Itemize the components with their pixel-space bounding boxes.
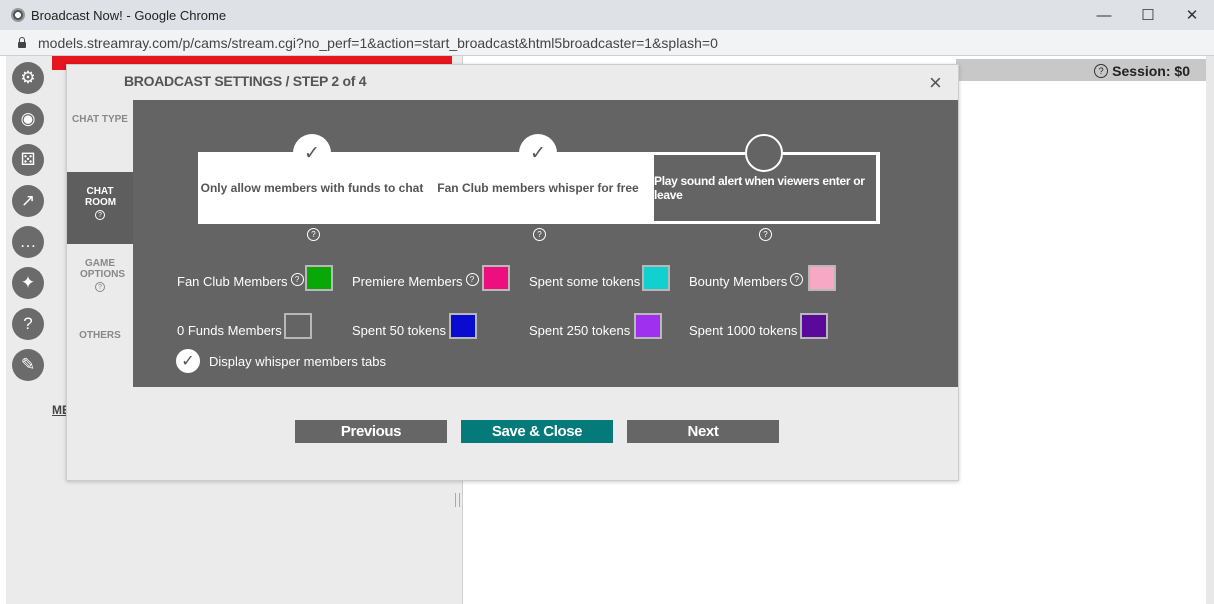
tab-game-options[interactable]: GAME OPTIONS ? <box>67 258 133 292</box>
color-swatch-premiere[interactable] <box>482 265 510 291</box>
address-bar[interactable]: models.streamray.com/p/cams/stream.cgi?n… <box>0 30 1214 56</box>
window-title: Broadcast Now! - Google Chrome <box>31 7 227 23</box>
twitter-icon[interactable]: ✦ <box>12 267 44 299</box>
color-swatch-spent-some[interactable] <box>642 265 670 291</box>
color-label: Spent some tokens <box>529 274 641 289</box>
tab-chat-type[interactable]: CHAT TYPE <box>67 114 133 125</box>
color-label-spent-50: Spent 50 tokens <box>352 323 446 338</box>
color-label: Bounty Members <box>689 274 788 289</box>
tab-others[interactable]: OTHERS <box>67 330 133 341</box>
play-circle-icon[interactable]: ◉ <box>12 103 44 135</box>
right-panel-edge <box>1206 56 1214 604</box>
chrome-icon <box>11 8 25 22</box>
save-close-button[interactable]: Save & Close <box>461 420 613 443</box>
color-label: Spent 50 tokens <box>352 323 446 338</box>
unchecked-circle-icon[interactable] <box>745 134 783 172</box>
color-label-zero-funds: 0 Funds Members <box>177 323 282 338</box>
panel-splitter-handle[interactable] <box>455 493 460 507</box>
color-label: Fan Club Members <box>177 274 288 289</box>
color-label-premiere: Premiere Members ? <box>352 273 479 289</box>
color-swatch-spent-50[interactable] <box>449 313 477 339</box>
chat-room-settings: Only allow members with funds to chat Fa… <box>133 100 958 387</box>
session-label: Session: $0 <box>1112 63 1190 79</box>
color-label-spent-some: Spent some tokens <box>529 274 640 289</box>
dice-icon[interactable]: ⚄ <box>12 144 44 176</box>
help-icon[interactable]: ? <box>465 273 479 286</box>
color-label: Premiere Members <box>352 274 463 289</box>
maximize-button[interactable]: ☐ <box>1126 0 1170 30</box>
lock-icon <box>18 36 26 48</box>
chat-icon[interactable]: … <box>12 226 44 258</box>
browser-titlebar: Broadcast Now! - Google Chrome — ☐ ✕ <box>0 0 1214 30</box>
help-icon[interactable]: ? <box>1094 64 1109 78</box>
close-icon[interactable]: × <box>929 72 942 94</box>
help-icon[interactable]: ? <box>95 282 105 292</box>
color-swatch-zero-funds[interactable] <box>284 313 312 339</box>
color-swatch-fanclub[interactable] <box>305 265 333 291</box>
url-text[interactable]: models.streamray.com/p/cams/stream.cgi?n… <box>38 35 718 51</box>
previous-button[interactable]: Previous <box>295 420 447 443</box>
help-icon[interactable]: ? <box>759 228 772 241</box>
option-label: Fan Club members whisper for free <box>437 181 639 195</box>
tab-chat-room[interactable]: CHAT ROOM ? <box>67 172 133 244</box>
help-icon[interactable]: ? <box>307 228 320 241</box>
tab-label: OTHERS <box>79 330 121 341</box>
color-label-spent-1000: Spent 1000 tokens <box>689 323 797 338</box>
check-icon[interactable]: ✓ <box>519 134 557 172</box>
tab-label: GAME OPTIONS <box>80 258 126 280</box>
option-label: Play sound alert when viewers enter or l… <box>654 174 865 202</box>
session-display: ? Session: $0 <box>1094 63 1190 79</box>
color-label-spent-250: Spent 250 tokens <box>529 323 630 338</box>
check-icon[interactable]: ✓ <box>293 134 331 172</box>
color-label: Spent 250 tokens <box>529 323 631 338</box>
color-label-fanclub: Fan Club Members ? <box>177 273 304 289</box>
tab-label: CHAT ROOM <box>85 186 117 208</box>
side-toolbar: ⚙ ◉ ⚄ ↗ … ✦ ? ✎ <box>12 62 48 390</box>
color-swatch-spent-250[interactable] <box>634 313 662 339</box>
next-button[interactable]: Next <box>627 420 779 443</box>
help-icon[interactable]: ? <box>290 273 304 286</box>
whisper-tabs-label: Display whisper members tabs <box>209 354 387 369</box>
whisper-tabs-checkbox[interactable]: ✓ <box>176 349 200 373</box>
settings-tabs: CHAT TYPE CHAT ROOM ? GAME OPTIONS ? OTH… <box>67 100 133 386</box>
help-icon[interactable]: ? <box>790 273 804 286</box>
color-label: Spent 1000 tokens <box>689 323 798 338</box>
window-controls: — ☐ ✕ <box>1082 0 1214 30</box>
broadcast-icon[interactable]: ✎ <box>12 349 44 381</box>
help-icon[interactable]: ? <box>95 210 105 220</box>
help-icon[interactable]: ? <box>533 228 546 241</box>
color-label-bounty: Bounty Members ? <box>689 273 804 289</box>
modal-title: BROADCAST SETTINGS / STEP 2 of 4 <box>124 73 367 89</box>
right-panel-header: ? Session: $0 <box>956 59 1206 81</box>
broadcast-settings-modal: BROADCAST SETTINGS / STEP 2 of 4 × CHAT … <box>66 64 959 481</box>
color-swatch-bounty[interactable] <box>808 265 836 291</box>
close-window-button[interactable]: ✕ <box>1170 0 1214 30</box>
tab-label: CHAT TYPE <box>72 114 128 125</box>
help-icon[interactable]: ? <box>12 308 44 340</box>
color-swatch-spent-1000[interactable] <box>800 313 828 339</box>
option-label: Only allow members with funds to chat <box>200 181 424 195</box>
chart-icon[interactable]: ↗ <box>12 185 44 217</box>
gear-icon[interactable]: ⚙ <box>12 62 44 94</box>
minimize-button[interactable]: — <box>1082 0 1126 30</box>
color-label: 0 Funds Members <box>177 323 282 338</box>
